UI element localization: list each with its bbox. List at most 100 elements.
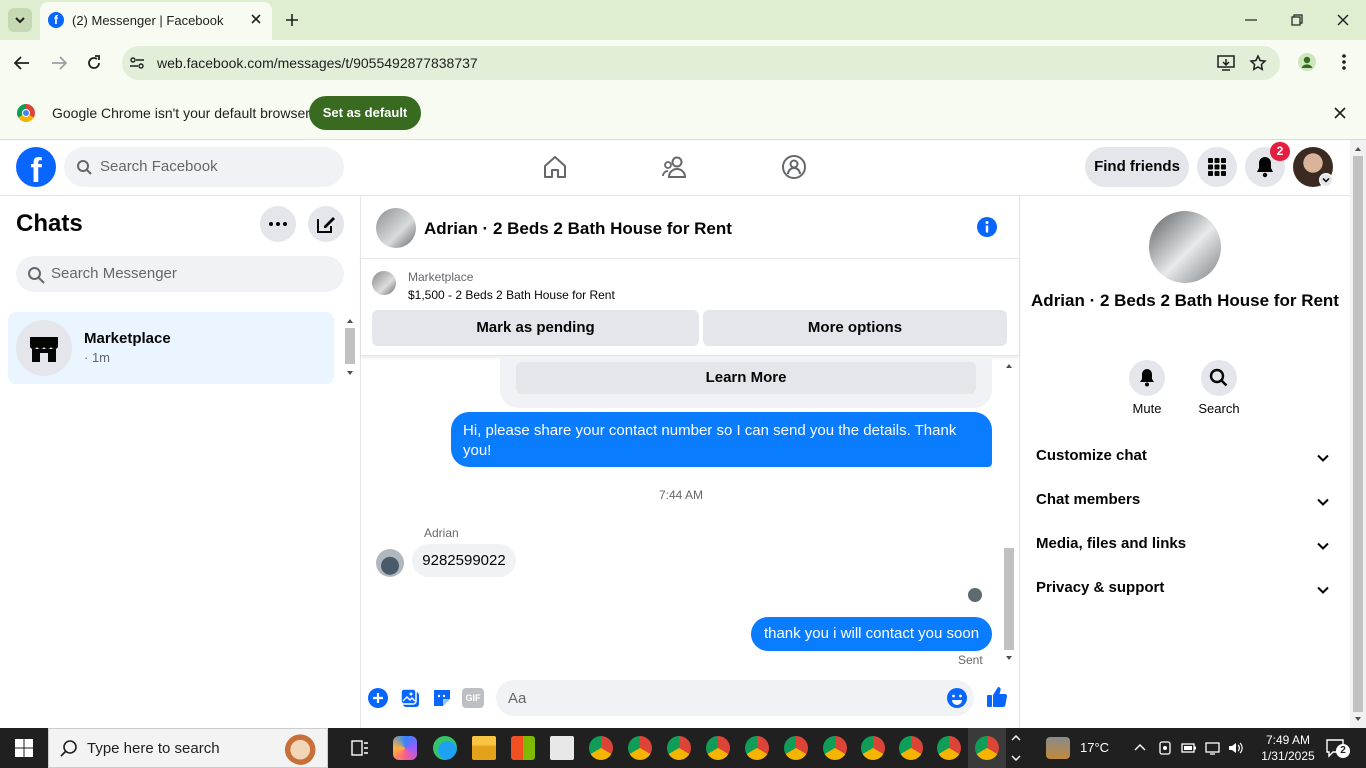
chrome-icon[interactable] xyxy=(745,736,769,760)
chrome-icon[interactable] xyxy=(628,736,652,760)
chrome-icon[interactable] xyxy=(589,736,613,760)
battery-icon[interactable] xyxy=(1181,742,1197,754)
search-conversation-button[interactable] xyxy=(1201,360,1237,396)
chevron-down-icon xyxy=(1317,498,1329,506)
restore-window-icon[interactable] xyxy=(1289,12,1305,28)
more-options-button[interactable]: More options xyxy=(703,310,1007,346)
new-message-button[interactable] xyxy=(308,206,344,242)
media-files-links-section[interactable]: Media, files and links xyxy=(1036,535,1336,559)
profile-icon[interactable] xyxy=(1297,52,1317,72)
close-window-icon[interactable] xyxy=(1335,12,1351,28)
account-chevron-icon[interactable] xyxy=(1319,173,1333,187)
chrome-menu-icon[interactable] xyxy=(1336,53,1352,71)
chrome-icon[interactable] xyxy=(706,736,730,760)
microsoft-store-icon[interactable] xyxy=(511,736,535,760)
listing-thumbnail[interactable] xyxy=(372,271,396,295)
section-label: Media, files and links xyxy=(1036,535,1187,552)
close-infobar-icon[interactable] xyxy=(1333,106,1347,120)
info-icon[interactable] xyxy=(976,216,998,238)
outgoing-message[interactable]: thank you i will contact you soon xyxy=(751,617,992,651)
tab-search-button[interactable] xyxy=(8,8,32,32)
back-icon[interactable] xyxy=(12,54,32,72)
chrome-icon[interactable] xyxy=(937,736,961,760)
reload-icon[interactable] xyxy=(85,54,103,72)
emoji-icon[interactable] xyxy=(946,687,968,709)
file-explorer-icon[interactable] xyxy=(472,736,496,760)
page-scrollbar[interactable] xyxy=(1350,140,1366,728)
messages-scrollbar[interactable] xyxy=(1002,358,1016,668)
outgoing-message[interactable]: Hi, please share your contact number so … xyxy=(451,412,992,467)
chrome-icon[interactable] xyxy=(667,736,691,760)
volume-icon[interactable] xyxy=(1227,740,1245,756)
conversation-avatar[interactable] xyxy=(376,208,416,248)
bookmark-star-icon[interactable] xyxy=(1249,54,1267,72)
chat-options-button[interactable] xyxy=(260,206,296,242)
close-tab-icon[interactable] xyxy=(248,11,264,27)
set-as-default-button[interactable]: Set as default xyxy=(309,96,421,130)
divider xyxy=(1019,196,1020,728)
tab-title: (2) Messenger | Facebook xyxy=(72,13,224,28)
friends-icon[interactable] xyxy=(662,154,688,180)
chrome-icon[interactable] xyxy=(975,736,999,760)
section-label: Chat members xyxy=(1036,491,1141,508)
task-view-icon[interactable] xyxy=(350,738,370,758)
mail-icon[interactable] xyxy=(550,736,574,760)
attach-photo-icon[interactable] xyxy=(399,687,421,709)
taskbar-clock[interactable]: 7:49 AM 1/31/2025 xyxy=(1256,732,1320,764)
chrome-icon[interactable] xyxy=(784,736,808,760)
chrome-icon[interactable] xyxy=(899,736,923,760)
message-input[interactable] xyxy=(496,680,974,716)
chevron-down-icon xyxy=(1317,542,1329,550)
meet-now-icon[interactable] xyxy=(1158,740,1172,756)
forward-icon[interactable] xyxy=(49,54,69,72)
copilot-icon[interactable] xyxy=(393,736,417,760)
show-hidden-icons-icon[interactable] xyxy=(1133,741,1147,753)
learn-more-button[interactable]: Learn More xyxy=(516,362,976,394)
find-friends-button[interactable]: Find friends xyxy=(1085,147,1189,187)
clock-date: 1/31/2025 xyxy=(1261,749,1315,763)
message-timestamp: 7:44 AM xyxy=(658,488,704,502)
install-app-icon[interactable] xyxy=(1216,54,1236,72)
chat-meta: · 1m xyxy=(84,350,110,365)
infobar-text: Google Chrome isn't your default browser xyxy=(52,105,310,121)
groups-icon[interactable] xyxy=(781,154,807,180)
weather-temperature[interactable]: 17°C xyxy=(1080,740,1109,755)
mute-label: Mute xyxy=(1132,401,1162,416)
new-tab-icon[interactable] xyxy=(283,11,301,29)
edge-icon[interactable] xyxy=(433,736,457,760)
weather-icon[interactable] xyxy=(1046,737,1070,759)
more-actions-icon[interactable] xyxy=(367,687,389,709)
thumbs-up-icon[interactable] xyxy=(985,685,1009,709)
menu-grid-button[interactable] xyxy=(1197,147,1237,187)
minimize-window-icon[interactable] xyxy=(1243,12,1259,28)
chat-members-section[interactable]: Chat members xyxy=(1036,491,1336,515)
search-icon xyxy=(60,739,78,757)
search-label: Search xyxy=(1198,401,1240,416)
home-icon[interactable] xyxy=(542,154,568,180)
listing-title[interactable]: $1,500 - 2 Beds 2 Bath House for Rent xyxy=(408,288,615,302)
search-icon xyxy=(76,159,92,175)
listing-source: Marketplace xyxy=(408,270,474,284)
site-info-icon[interactable] xyxy=(128,54,146,72)
taskbar-overflow-icon[interactable] xyxy=(1010,731,1022,765)
chat-list-scrollbar[interactable] xyxy=(343,314,357,382)
facebook-logo-icon[interactable]: f xyxy=(16,147,56,187)
conversation-title[interactable]: Adrian · 2 Beds 2 Bath House for Rent xyxy=(424,219,732,239)
chats-title: Chats xyxy=(16,210,83,237)
notification-badge: 2 xyxy=(1270,142,1290,161)
chrome-icon[interactable] xyxy=(861,736,885,760)
customize-chat-section[interactable]: Customize chat xyxy=(1036,447,1336,471)
mark-as-pending-button[interactable]: Mark as pending xyxy=(372,310,699,346)
sender-name: Adrian xyxy=(424,526,459,540)
mute-button[interactable] xyxy=(1129,360,1165,396)
sender-avatar[interactable] xyxy=(376,549,404,577)
url-text[interactable]: web.facebook.com/messages/t/905549287783… xyxy=(157,55,478,71)
windows-start-icon[interactable] xyxy=(15,739,33,757)
incoming-message[interactable]: 9282599022 xyxy=(412,544,516,577)
conversation-profile-photo[interactable] xyxy=(1149,211,1221,283)
sticker-icon[interactable] xyxy=(431,687,453,709)
privacy-support-section[interactable]: Privacy & support xyxy=(1036,579,1336,603)
gif-icon[interactable]: GIF xyxy=(462,688,484,708)
network-icon[interactable] xyxy=(1204,740,1222,756)
chrome-icon[interactable] xyxy=(823,736,847,760)
